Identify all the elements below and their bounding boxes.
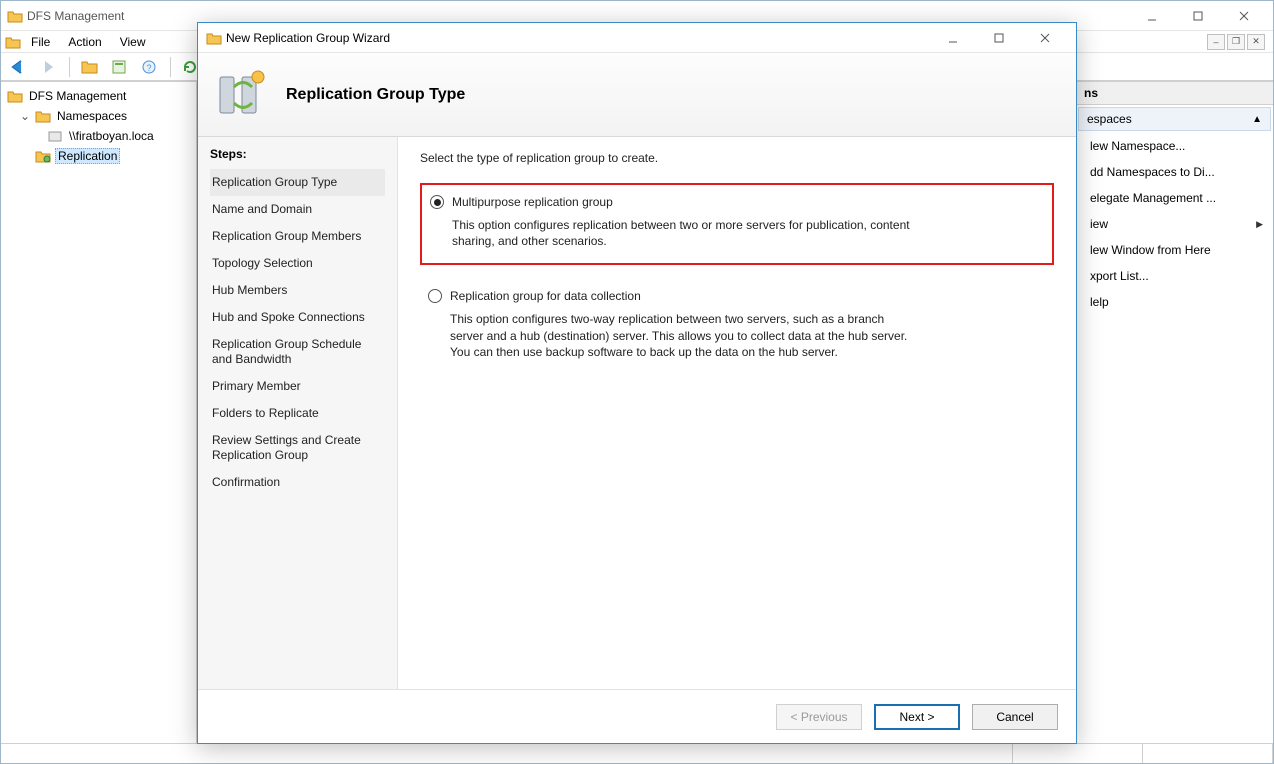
radio-description: This option configures replication betwe… — [452, 217, 912, 249]
content-prompt: Select the type of replication group to … — [420, 151, 1054, 165]
radio-label: Replication group for data collection — [450, 289, 641, 303]
radio-button-icon[interactable] — [430, 195, 444, 209]
action-item[interactable]: iew — [1076, 211, 1273, 237]
wizard-footer: < Previous Next > Cancel — [198, 689, 1076, 743]
options-container: Multipurpose replication group This optio… — [420, 183, 1054, 374]
step-item[interactable]: Folders to Replicate — [210, 400, 385, 427]
tree-root-label: DFS Management — [27, 89, 128, 103]
action-item[interactable]: lew Namespace... — [1076, 133, 1273, 159]
action-item-label: lew Namespace... — [1090, 139, 1185, 153]
action-item-label: dd Namespaces to Di... — [1090, 165, 1215, 179]
action-item[interactable]: xport List... — [1076, 263, 1273, 289]
radio-label: Multipurpose replication group — [452, 195, 613, 209]
radio-row[interactable]: Multipurpose replication group — [430, 195, 1038, 209]
content-pane: Select the type of replication group to … — [398, 137, 1076, 689]
tree-replication-label: Replication — [55, 148, 120, 164]
mdi-minimize[interactable]: – — [1207, 34, 1225, 50]
wizard-header: Replication Group Type — [198, 53, 1076, 137]
step-item[interactable]: Topology Selection — [210, 250, 385, 277]
namespaces-icon — [35, 109, 51, 123]
action-item-label: iew — [1090, 217, 1108, 231]
tree-namespace-entry[interactable]: \\firatboyan.loca — [1, 126, 196, 146]
tree-twisty-icon[interactable]: ⌄ — [19, 109, 31, 123]
menu-view[interactable]: View — [112, 33, 154, 51]
wizard-close-button[interactable] — [1022, 24, 1068, 52]
namespace-entry-icon — [47, 129, 63, 143]
step-item[interactable]: Hub Members — [210, 277, 385, 304]
menubar-icon — [5, 35, 21, 49]
radio-option[interactable]: Multipurpose replication group This optio… — [420, 183, 1054, 265]
tree-root[interactable]: DFS Management — [1, 86, 196, 106]
action-item[interactable]: dd Namespaces to Di... — [1076, 159, 1273, 185]
wizard-minimize-button[interactable] — [930, 24, 976, 52]
actions-group[interactable]: espaces ▲ — [1078, 107, 1271, 131]
wizard-maximize-button[interactable] — [976, 24, 1022, 52]
back-button[interactable] — [7, 56, 31, 78]
next-button[interactable]: Next > — [874, 704, 960, 730]
status-bar — [1, 743, 1273, 763]
menu-file[interactable]: File — [23, 33, 58, 51]
tree-namespaces[interactable]: ⌄ Namespaces — [1, 106, 196, 126]
mdi-restore[interactable]: ❐ — [1227, 34, 1245, 50]
wizard-icon — [206, 31, 222, 45]
previous-button: < Previous — [776, 704, 862, 730]
dfs-root-icon — [7, 89, 23, 103]
steps-title: Steps: — [210, 147, 385, 161]
minimize-button[interactable] — [1129, 2, 1175, 30]
close-button[interactable] — [1221, 2, 1267, 30]
step-item[interactable]: Replication Group Schedule and Bandwidth — [210, 331, 385, 373]
app-title: DFS Management — [23, 9, 1129, 23]
step-item[interactable]: Hub and Spoke Connections — [210, 304, 385, 331]
wizard-titlebar: New Replication Group Wizard — [198, 23, 1076, 53]
wizard-heading: Replication Group Type — [286, 86, 465, 104]
steps-list: Replication Group TypeName and DomainRep… — [210, 169, 385, 496]
action-item-label: xport List... — [1090, 269, 1149, 283]
step-item[interactable]: Primary Member — [210, 373, 385, 400]
forward-button[interactable] — [37, 56, 61, 78]
actions-list: lew Namespace... dd Namespaces to Di... el… — [1076, 133, 1273, 315]
radio-description: This option configures two-way replicati… — [450, 311, 910, 360]
tree-namespaces-label: Namespaces — [55, 109, 129, 123]
radio-button-icon[interactable] — [428, 289, 442, 303]
chevron-up-icon: ▲ — [1252, 114, 1262, 125]
step-item[interactable]: Name and Domain — [210, 196, 385, 223]
step-item[interactable]: Replication Group Type — [210, 169, 385, 196]
maximize-button[interactable] — [1175, 2, 1221, 30]
wizard-title: New Replication Group Wizard — [222, 31, 930, 45]
tree-replication[interactable]: Replication — [1, 146, 196, 166]
tree-namespace-entry-label: \\firatboyan.loca — [67, 129, 156, 143]
wizard-window-buttons — [930, 24, 1068, 52]
toolbar-help-icon[interactable]: ? — [138, 56, 162, 78]
action-item-label: lew Window from Here — [1090, 243, 1211, 257]
action-item[interactable]: lelp — [1076, 289, 1273, 315]
app-icon — [7, 9, 23, 23]
window-buttons — [1129, 2, 1267, 30]
step-item[interactable]: Replication Group Members — [210, 223, 385, 250]
radio-row[interactable]: Replication group for data collection — [428, 289, 1040, 303]
wizard-header-icon — [212, 67, 268, 123]
mdi-close[interactable]: ✕ — [1247, 34, 1265, 50]
radio-option[interactable]: Replication group for data collection Thi… — [420, 279, 1054, 374]
toolbar-new-icon[interactable] — [78, 56, 102, 78]
mdi-buttons: – ❐ ✕ — [1207, 34, 1269, 50]
replication-icon — [35, 149, 51, 163]
step-item[interactable]: Review Settings and Create Replication G… — [210, 427, 385, 469]
action-item-label: elegate Management ... — [1090, 191, 1216, 205]
action-item-label: lelp — [1090, 295, 1109, 309]
actions-header: ns — [1076, 82, 1273, 105]
steps-pane: Steps: Replication Group TypeName and Do… — [198, 137, 398, 689]
wizard-dialog: New Replication Group Wizard Replication… — [197, 22, 1077, 744]
svg-text:?: ? — [146, 63, 151, 73]
action-item[interactable]: lew Window from Here — [1076, 237, 1273, 263]
tree-pane: DFS Management ⌄ Namespaces \\firatboyan… — [1, 82, 197, 743]
action-item[interactable]: elegate Management ... — [1076, 185, 1273, 211]
menu-action[interactable]: Action — [60, 33, 109, 51]
actions-pane: ns espaces ▲ lew Namespace... dd Namespac… — [1075, 82, 1273, 743]
toolbar-properties-icon[interactable] — [108, 56, 132, 78]
step-item[interactable]: Confirmation — [210, 469, 385, 496]
cancel-button[interactable]: Cancel — [972, 704, 1058, 730]
wizard-body: Steps: Replication Group TypeName and Do… — [198, 137, 1076, 689]
actions-group-label: espaces — [1087, 112, 1132, 126]
